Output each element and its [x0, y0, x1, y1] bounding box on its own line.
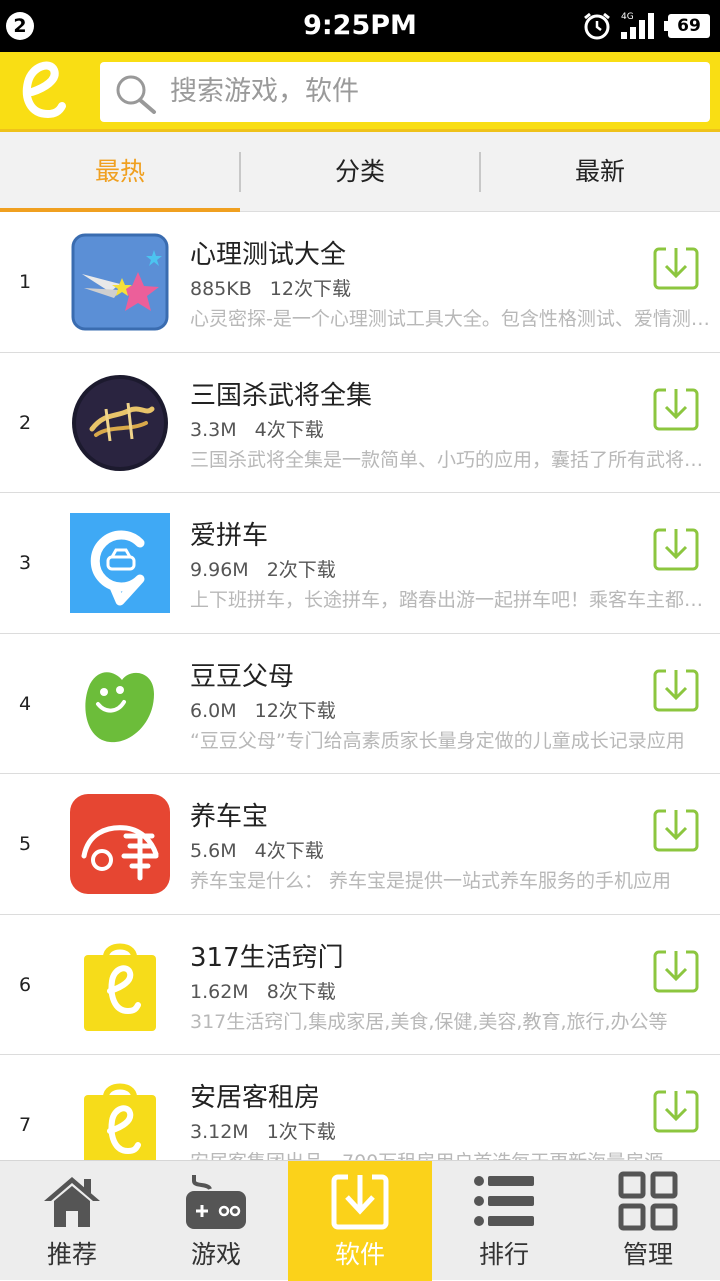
car-care-icon[interactable]	[70, 794, 170, 894]
search-icon	[116, 75, 156, 114]
nav-label: 推荐	[46, 1240, 97, 1269]
rank-number: 1	[18, 271, 32, 293]
download-icon[interactable]	[652, 244, 700, 292]
app-size: 9.96M	[190, 559, 249, 581]
list-item[interactable]: 4 豆豆父母 6.0M 12次下载 “豆豆父母”专门给高素质家长量身定做的儿童成长…	[0, 633, 720, 774]
app-meta: 1.62M 8次下载	[190, 977, 336, 1004]
download-icon[interactable]	[652, 947, 700, 995]
home-icon	[44, 1177, 100, 1227]
download-count: 2次下载	[266, 559, 336, 581]
sanguosha-icon[interactable]	[70, 373, 170, 473]
download-icon[interactable]	[652, 525, 700, 573]
app-name: 心理测试大全	[190, 240, 347, 270]
list-item[interactable]: 2 三国杀武将全集 3.3M 4次下载 三国杀武将全集是一款简单、小巧的应用，囊括…	[0, 352, 720, 493]
app-size: 6.0M	[190, 699, 237, 722]
app-size: 1.62M	[190, 980, 249, 1003]
app-size: 5.6M	[190, 840, 237, 862]
list-item[interactable]: 5 养车宝 5.6M 4次下载 养车宝是什么： 养车宝是提供一站式养车服务的手机应…	[0, 774, 720, 915]
rank-number: 7	[18, 1114, 32, 1136]
app-description: 安居客集团出品，700万租房用户首选每天更新海量房源	[190, 1147, 710, 1160]
nav-games[interactable]: 游戏	[144, 1161, 288, 1281]
download-icon[interactable]	[652, 385, 700, 433]
download-count: 12次下载	[254, 699, 336, 722]
tab-newest[interactable]: 最新	[480, 132, 720, 212]
app-name: 三国杀武将全集	[190, 380, 373, 411]
signal-icon: 4G	[621, 10, 661, 44]
rank-number: 2	[18, 411, 32, 434]
manage-grid-icon	[618, 1171, 678, 1231]
app-size: 885KB	[190, 278, 252, 300]
network-type-label: 4G	[621, 12, 634, 22]
alarm-icon	[584, 12, 610, 40]
battery-indicator: 69	[664, 14, 710, 38]
download-count: 4次下载	[254, 418, 324, 441]
app-name: 317生活窍门	[190, 942, 344, 973]
download-count: 4次下载	[254, 840, 324, 862]
nav-software[interactable]: 软件	[288, 1161, 432, 1281]
app-description: “豆豆父母”专门给高素质家长量身定做的儿童成长记录应用	[190, 729, 685, 752]
list-item[interactable]: 1 心理测试大全 885KB 12次下载 心灵密探-是一个心理测试工具大全。包含性…	[0, 212, 720, 353]
download-count: 12次下载	[269, 278, 351, 300]
app-header: 搜索游戏，软件	[0, 52, 720, 132]
rank-number: 6	[18, 973, 32, 996]
status-clock: 9:25PM	[303, 10, 417, 41]
list-item[interactable]: 7 安居客租房 3.12M 1次下载 安居客集团出品，700万租房用户首选每天更新…	[0, 1055, 720, 1160]
app-list: 1 心理测试大全 885KB 12次下载 心灵密探-是一个心理测试工具大全。包含性…	[0, 212, 720, 1160]
gamepad-icon	[186, 1175, 246, 1229]
app-meta: 5.6M 4次下载	[190, 836, 324, 863]
software-download-icon	[331, 1174, 389, 1230]
download-icon[interactable]	[652, 1087, 700, 1135]
app-meta: 9.96M 2次下载	[190, 555, 336, 582]
download-count: 1次下载	[266, 1121, 336, 1143]
ranking-list-icon	[474, 1176, 534, 1226]
status-bar: 2 9:25PM 4G 69	[0, 0, 720, 52]
download-count: 8次下载	[266, 980, 336, 1003]
tab-hottest[interactable]: 最热	[0, 132, 240, 212]
app-meta: 3.3M 4次下载	[190, 415, 324, 442]
search-placeholder: 搜索游戏，软件	[170, 76, 359, 107]
shopping-bag-icon[interactable]	[70, 934, 170, 1035]
app-size: 3.12M	[190, 1121, 249, 1143]
nav-label: 软件	[334, 1240, 385, 1269]
app-description: 上下班拼车，长途拼车，踏春出游一起拼车吧！乘客车主都方便	[190, 589, 710, 611]
carpool-icon[interactable]	[70, 513, 170, 613]
app-meta: 3.12M 1次下载	[190, 1117, 336, 1144]
nav-recommend[interactable]: 推荐	[0, 1161, 144, 1281]
app-name: 爱拼车	[190, 521, 269, 551]
app-meta: 6.0M 12次下载	[190, 696, 336, 723]
stars-icon[interactable]	[70, 232, 170, 332]
app-description: 养车宝是什么： 养车宝是提供一站式养车服务的手机应用	[190, 870, 672, 892]
nav-label: 游戏	[190, 1240, 241, 1269]
app-logo-icon[interactable]	[18, 58, 74, 124]
app-name: 安居客租房	[190, 1083, 321, 1113]
rank-number: 3	[18, 552, 32, 574]
download-icon[interactable]	[652, 806, 700, 854]
shopping-bag-icon[interactable]	[70, 1075, 170, 1160]
app-meta: 885KB 12次下载	[190, 274, 351, 301]
list-item[interactable]: 6 317生活窍门 1.62M 8次下载 317生活窍门,集成家居,美食,保健,美…	[0, 914, 720, 1055]
app-name: 豆豆父母	[190, 661, 295, 692]
nav-manage[interactable]: 管理	[576, 1161, 720, 1281]
app-description: 三国杀武将全集是一款简单、小巧的应用，囊括了所有武将信息	[190, 448, 710, 471]
app-name: 养车宝	[190, 802, 269, 832]
download-icon[interactable]	[652, 666, 700, 714]
nav-label: 排行	[478, 1240, 529, 1269]
nav-label: 管理	[622, 1240, 673, 1269]
app-description: 心灵密探-是一个心理测试工具大全。包含性格测试、爱情测试等	[190, 308, 710, 330]
category-tabs: 最热 分类 最新	[0, 132, 720, 212]
list-item[interactable]: 3 爱拼车 9.96M 2次下载 上下班拼车，长途拼车，踏春出游一起拼车吧！乘客车…	[0, 493, 720, 634]
app-description: 317生活窍门,集成家居,美食,保健,美容,教育,旅行,办公等	[190, 1010, 668, 1033]
nav-ranking[interactable]: 排行	[432, 1161, 576, 1281]
bottom-nav: 推荐 游戏 软件 排行 管理	[0, 1160, 720, 1281]
bean-icon[interactable]	[70, 653, 170, 754]
search-bar[interactable]: 搜索游戏，软件	[100, 62, 710, 122]
app-size: 3.3M	[190, 418, 237, 441]
rank-number: 4	[18, 692, 32, 715]
tab-categories[interactable]: 分类	[240, 132, 480, 212]
rank-number: 5	[18, 833, 32, 855]
